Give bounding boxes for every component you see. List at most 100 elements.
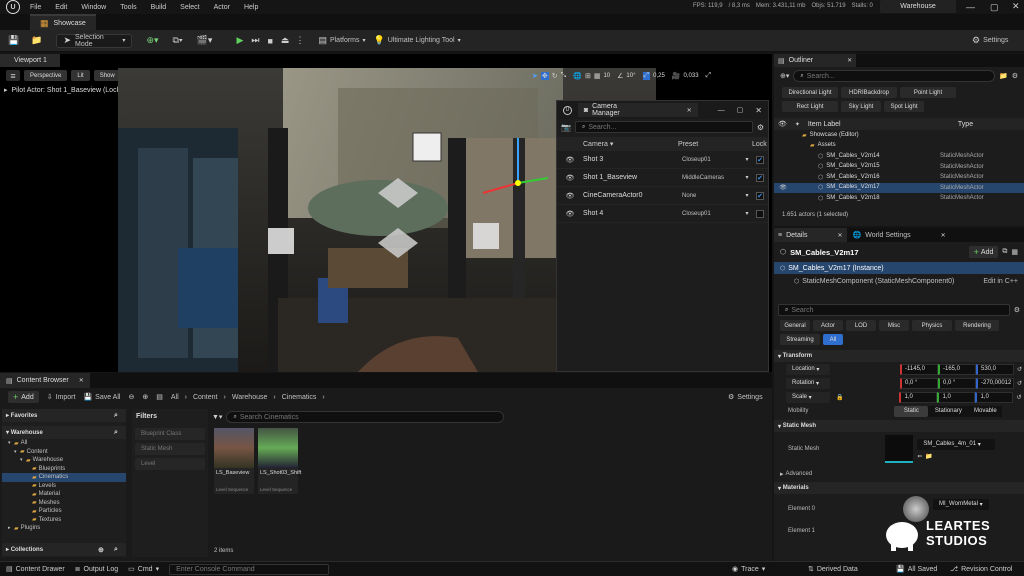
camera-preset[interactable]: None — [682, 193, 738, 199]
tab-close-icon[interactable]: ✕ — [838, 232, 843, 239]
viewport-tab[interactable]: Viewport 1 — [0, 54, 60, 67]
world-icon[interactable]: 🌐 — [573, 72, 582, 80]
cat-physics[interactable]: Physics — [912, 320, 952, 331]
visibility-icon[interactable]: 👁 — [563, 174, 577, 182]
transform-header[interactable]: ▾ Transform — [774, 350, 1024, 362]
folder-textures[interactable]: ▰ Textures — [2, 516, 126, 525]
warehouse-header[interactable]: ▾ Warehouse ⌕ — [2, 426, 126, 439]
history-back-icon[interactable]: ⊖ — [128, 393, 134, 401]
location-x[interactable]: -1145,0 — [900, 363, 938, 375]
cat-all[interactable]: All — [823, 334, 843, 345]
folder-content[interactable]: ▾ ▰ Content — [2, 448, 126, 457]
stop-icon[interactable]: ■ — [267, 36, 272, 46]
cat-general[interactable]: General — [780, 320, 810, 331]
search-icon[interactable]: ⌕ — [114, 412, 118, 420]
perspective-button[interactable]: Perspective — [24, 70, 68, 81]
scale-x[interactable]: 1,0 — [899, 391, 938, 403]
visibility-icon[interactable]: 👁 — [563, 192, 577, 200]
folder-levels[interactable]: ▰ Levels — [2, 482, 126, 491]
lock-checkbox[interactable]: ✔ — [756, 191, 764, 200]
content-icon[interactable]: 📁 — [31, 35, 42, 46]
reset-icon[interactable]: ↺ — [1017, 380, 1022, 387]
asset-search-input[interactable]: ⌕ Search Cinematics — [226, 411, 504, 423]
chevron-down-icon[interactable]: ▾ — [738, 174, 756, 181]
tab-close-icon[interactable]: ✕ — [847, 57, 852, 64]
outliner-row[interactable]: ▰ Assets — [774, 141, 1024, 152]
filter-spot-light[interactable]: Spot Light — [884, 101, 924, 112]
all-saved-button[interactable]: 💾 All Saved — [896, 565, 937, 574]
folder-all[interactable]: ▾ ▰ All — [2, 439, 126, 448]
hamburger-icon[interactable]: ≡ — [6, 70, 20, 81]
location-dropdown[interactable]: Location ▾ — [786, 363, 830, 375]
camera-preset[interactable]: MiddleCameras — [682, 175, 738, 181]
filter-icon[interactable]: ▼▾ — [212, 413, 222, 421]
search-icon[interactable]: ⌕ — [114, 546, 118, 554]
component-row[interactable]: ⬡ StaticMeshComponent (StaticMeshCompone… — [774, 274, 1024, 288]
camera-row[interactable]: 👁 CineCameraActor0 None ▾ ✔ — [557, 187, 768, 205]
outliner-row[interactable]: 👁 ⬡ SM_Cables_V2m17 StaticMeshActor — [774, 182, 1024, 193]
revision-control-button[interactable]: ⎇ Revision Control — [950, 565, 1012, 574]
content-browser-tab[interactable]: ▤ Content Browser ✕ — [0, 373, 90, 388]
col-preset-header[interactable]: Preset — [678, 141, 752, 148]
angle-snap-value[interactable]: 10° — [626, 73, 635, 79]
derived-data-button[interactable]: ⇅ Derived Data — [808, 565, 858, 574]
favorites-header[interactable]: ▸ Favorites ⌕ — [2, 409, 126, 422]
folder-warehouse[interactable]: ▾ ▰ Warehouse — [2, 456, 126, 465]
details-tab[interactable]: ≡ Details ✕ — [774, 228, 847, 242]
tab-close-icon[interactable]: ✕ — [687, 107, 692, 114]
outliner-row[interactable]: ⬡ SM_Cables_V2m18 StaticMeshActor — [774, 193, 1024, 204]
unreal-logo-icon[interactable]: U — [6, 0, 20, 14]
col-item-label[interactable]: Item Label — [808, 121, 958, 128]
menu-select[interactable]: Select — [180, 4, 199, 11]
camera-manager-tab[interactable]: ◙ Camera Manager ✕ — [577, 103, 698, 117]
close-icon[interactable]: ✕ — [755, 106, 762, 115]
camera-preset[interactable]: Closeup01 — [682, 211, 738, 217]
mobility-stationary[interactable]: Stationary — [928, 406, 968, 417]
browse-icon[interactable]: 📁 — [925, 453, 932, 460]
surface-snap-icon[interactable]: ⊞ — [585, 72, 591, 80]
breadcrumb-all[interactable]: All — [171, 394, 179, 401]
rotation-dropdown[interactable]: Rotation ▾ — [786, 377, 830, 389]
maximize-viewport-icon[interactable]: ⤢ — [706, 72, 712, 80]
content-drawer-button[interactable]: ▤ Content Drawer — [6, 565, 65, 574]
folder-material[interactable]: ▰ Material — [2, 490, 126, 499]
use-selected-icon[interactable]: ⇐ — [917, 453, 922, 460]
add-icon[interactable]: ⊕▾ — [780, 72, 789, 80]
minimize-icon[interactable]: — — [718, 107, 725, 114]
col-camera-header[interactable]: Camera ▾ — [583, 140, 678, 148]
visibility-icon[interactable]: 👁 — [563, 156, 577, 164]
folder-cinematics[interactable]: ▰ Cinematics — [2, 473, 126, 482]
create-folder-icon[interactable]: 📁 — [999, 72, 1008, 80]
cat-lod[interactable]: LOD — [846, 320, 876, 331]
menu-actor[interactable]: Actor — [214, 4, 230, 11]
chevron-down-icon[interactable]: ▾ — [738, 192, 756, 199]
folder-blueprints[interactable]: ▰ Blueprints — [2, 465, 126, 474]
visibility-icon[interactable]: 👁 — [563, 210, 577, 218]
filter-static-mesh[interactable]: Static Mesh — [135, 443, 205, 455]
filter-hdri-backdrop[interactable]: HDRIBackdrop — [841, 87, 897, 98]
breadcrumb-warehouse[interactable]: Warehouse — [232, 394, 268, 401]
scale-z[interactable]: 1,0 — [975, 391, 1014, 403]
advanced-row[interactable]: ▸ Advanced — [774, 468, 1024, 480]
toolbar-settings-button[interactable]: ⚙ Settings — [972, 35, 1008, 46]
mesh-dropdown[interactable]: SM_Cables_4m_01 ▾ — [917, 438, 996, 450]
location-y[interactable]: -165,0 — [938, 363, 976, 375]
scale-dropdown[interactable]: Scale ▾ — [786, 391, 830, 403]
selection-mode-dropdown[interactable]: ➤ Selection Mode ▾ — [56, 33, 133, 48]
collections-header[interactable]: ▸ Collections ⊕ ⌕ — [2, 543, 126, 556]
lit-button[interactable]: Lit — [71, 70, 90, 81]
filter-rect-light[interactable]: Rect Light — [782, 101, 838, 112]
asset-tile-0[interactable]: LS_Baseview Level Sequence — [214, 428, 254, 494]
menu-file[interactable]: File — [30, 4, 41, 11]
grid-snap-icon[interactable]: ▦ — [594, 72, 601, 80]
mobility-movable[interactable]: Movable — [968, 406, 1002, 417]
eject-icon[interactable]: ⏏ — [281, 35, 290, 46]
filter-point-light[interactable]: Point Light — [900, 87, 956, 98]
materials-header[interactable]: ▾ Materials — [774, 482, 1024, 494]
ultimate-lighting-button[interactable]: 💡 Ultimate Lighting Tool ▾ — [374, 35, 461, 46]
step-icon[interactable]: ⏭ — [251, 35, 259, 46]
blueprint-icon[interactable]: ⧉▾ — [173, 35, 183, 46]
filter-blueprint-class[interactable]: Blueprint Class — [135, 428, 205, 440]
outliner-row[interactable]: ⬡ SM_Cables_V2m14 StaticMeshActor — [774, 151, 1024, 162]
asset-tile-1[interactable]: LS_Shot03_Shift Level Sequence — [258, 428, 301, 494]
